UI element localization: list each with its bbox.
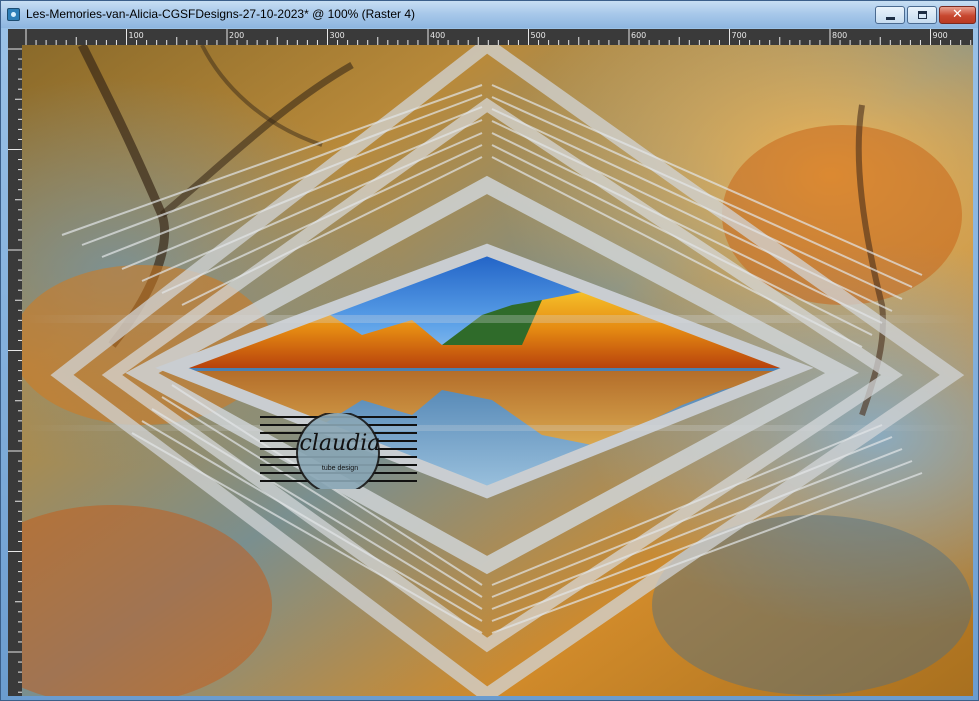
image-canvas[interactable]: claudia tube design: [22, 45, 973, 696]
ruler-label: 800: [832, 31, 847, 40]
vertical-ruler[interactable]: [8, 45, 22, 696]
horizontal-ruler[interactable]: 100 200 300 400 500 600 700 800 900: [22, 29, 973, 45]
window-title: Les-Memories-van-Alicia-CGSFDesigns-27-1…: [26, 7, 415, 21]
ruler-label: 400: [430, 31, 445, 40]
ruler-label: 100: [129, 31, 144, 40]
ruler-label: 200: [229, 31, 244, 40]
watermark-subtext: tube design: [321, 465, 359, 472]
app-icon[interactable]: [7, 8, 20, 21]
ruler-corner: [8, 29, 22, 45]
close-button[interactable]: ✕: [939, 6, 976, 24]
maximize-icon: [918, 11, 927, 19]
image-window: Les-Memories-van-Alicia-CGSFDesigns-27-1…: [0, 0, 979, 701]
ruler-label: 900: [933, 31, 948, 40]
title-bar[interactable]: Les-Memories-van-Alicia-CGSFDesigns-27-1…: [1, 1, 978, 28]
ruler-label: 500: [531, 31, 546, 40]
watermark-text: claudia: [299, 431, 381, 456]
horizontal-ruler-ticks: 100 200 300 400 500 600 700 800 900: [25, 29, 972, 45]
close-icon: ✕: [952, 7, 963, 22]
artwork: [22, 45, 973, 696]
minimize-icon: [886, 17, 895, 20]
watermark-badge: claudia tube design: [260, 411, 417, 495]
minimize-button[interactable]: [875, 6, 905, 24]
ruler-label: 700: [732, 31, 747, 40]
maximize-button[interactable]: [907, 6, 937, 24]
ruler-label: 600: [631, 31, 646, 40]
ruler-label: 300: [330, 31, 345, 40]
vertical-ruler-ticks: [8, 48, 22, 693]
